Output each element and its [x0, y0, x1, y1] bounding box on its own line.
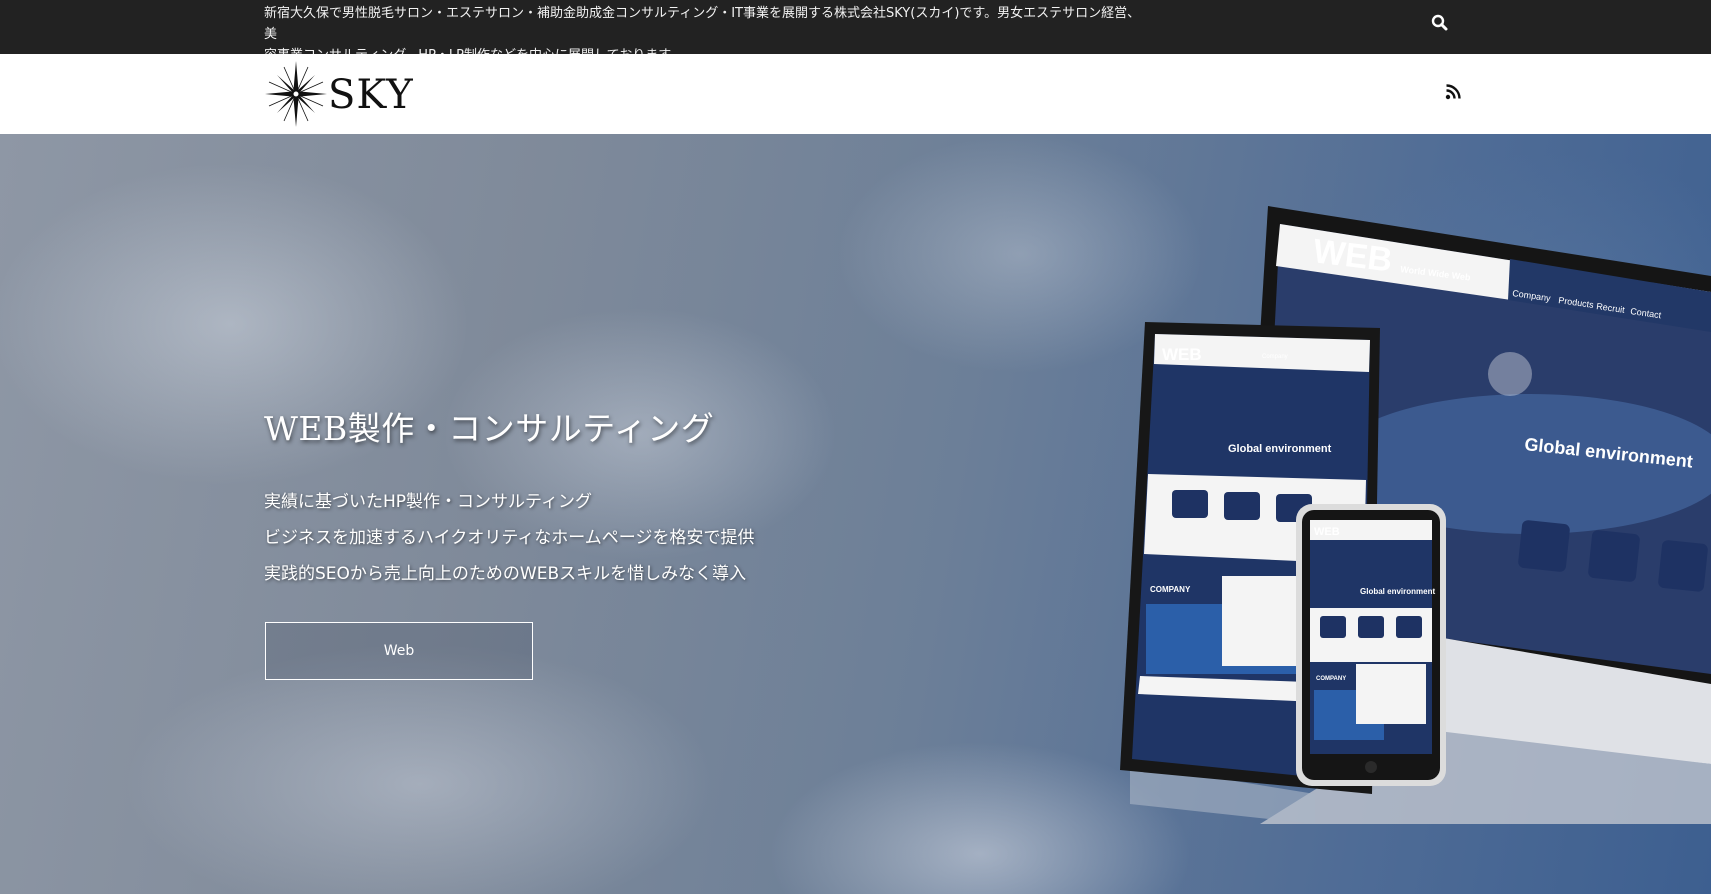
phone-section: COMPANY [1316, 676, 1346, 682]
tablet-headline: Global environment [1228, 443, 1332, 455]
tablet-section: COMPANY [1150, 585, 1191, 594]
site-logo[interactable]: SKY [264, 60, 424, 128]
hero-line: 実績に基づいたHP製作・コンサルティング [264, 492, 593, 512]
top-bar: 新宿大久保で男性脱毛サロン・エステサロン・補助金助成金コンサルティング・IT事業… [0, 0, 1711, 63]
phone-illustration: WEB Global environment COMPANY [1296, 504, 1446, 786]
hero-line: 実践的SEOから売上向上のためのWEBスキルを惜しみなく導入 [264, 564, 747, 584]
site-header: SKY [0, 54, 1711, 134]
phone-brand: WEB [1314, 526, 1340, 538]
star-burst-icon [265, 61, 327, 127]
tablet-brand: WEB [1162, 345, 1202, 364]
device-mockup-illustration: WEB World Wide Web Company Products Recr… [1120, 206, 1711, 824]
hero-title: WEB製作・コンサルティング [264, 409, 715, 448]
site-description-line-1: 新宿大久保で男性脱毛サロン・エステサロン・補助金助成金コンサルティング・IT事業… [264, 6, 1141, 42]
logo-text: SKY [328, 72, 414, 118]
search-button[interactable] [1430, 13, 1450, 33]
tablet-nav-company: Company [1262, 354, 1288, 360]
hero-banner: WEB製作・コンサルティング 実績に基づいたHP製作・コンサルティング ビジネス… [0, 134, 1711, 894]
rss-icon [1445, 84, 1461, 100]
hero-line: ビジネスを加速するハイクオリティなホームページを格安で提供 [264, 528, 755, 548]
search-icon [1431, 14, 1448, 31]
rss-button[interactable] [1445, 84, 1461, 100]
web-button[interactable]: Web [265, 622, 533, 680]
hero-description: 実績に基づいたHP製作・コンサルティング ビジネスを加速するハイクオリティなホー… [264, 484, 754, 592]
phone-headline: Global environment [1360, 587, 1435, 596]
